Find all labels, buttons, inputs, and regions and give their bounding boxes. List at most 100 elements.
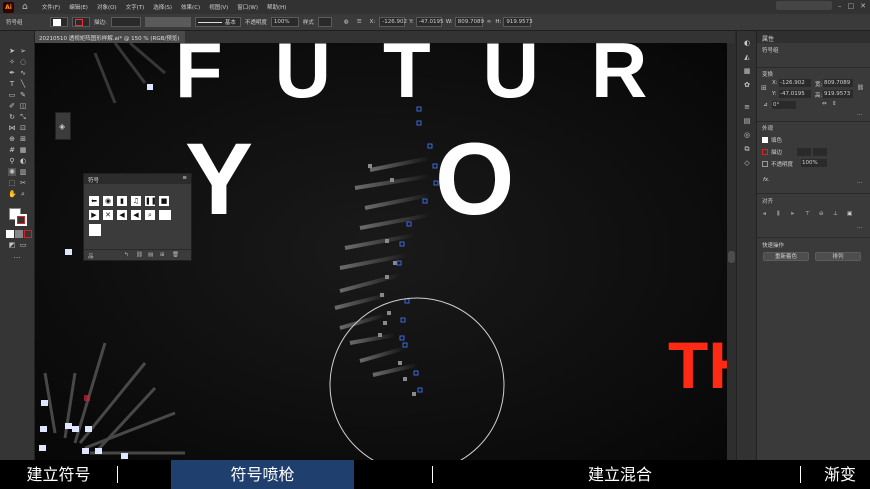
panel-menu-icon[interactable]: ≡ — [182, 175, 187, 181]
h-input[interactable]: 919.9573 — [823, 90, 853, 98]
align-to-icon[interactable]: ▣ — [847, 211, 852, 217]
symbol-volume-down-icon[interactable]: ◀ — [117, 210, 127, 220]
more-options-icon[interactable]: … — [857, 111, 863, 117]
perspective-grid-icon[interactable]: ⊞ — [19, 135, 27, 143]
symbol-blank-icon[interactable] — [159, 210, 171, 220]
fx-button[interactable]: fx. — [763, 177, 770, 183]
line-tool-icon[interactable]: ╲ — [19, 80, 27, 88]
rectangle-tool-icon[interactable]: ▭ — [8, 91, 16, 99]
stroke-swatch[interactable] — [72, 17, 90, 27]
link-icon[interactable]: ∞ — [487, 19, 492, 25]
direct-selection-tool-icon[interactable]: ➢ — [19, 47, 27, 55]
opacity-input[interactable]: 100% — [801, 159, 827, 167]
free-transform-icon[interactable]: ⊡ — [19, 124, 27, 132]
workspace-switcher[interactable] — [776, 1, 832, 10]
y-field[interactable]: -47.0195 — [415, 17, 443, 27]
symbol-new-instance-icon[interactable] — [89, 224, 101, 236]
x-input[interactable]: -126.902 — [779, 79, 811, 87]
swatches-icon[interactable]: ▦ — [743, 67, 751, 75]
vertical-scrollbar[interactable] — [727, 43, 736, 460]
align-top-icon[interactable]: ⊤ — [805, 211, 810, 217]
rotate-input[interactable]: 0° — [772, 101, 796, 109]
w-field[interactable]: 809.7089 — [454, 17, 484, 27]
menu-view[interactable]: 视图(V) — [209, 3, 228, 11]
w-input[interactable]: 809.7089 — [823, 79, 853, 87]
recolor-icon[interactable]: ◍ — [344, 19, 349, 25]
symbol-pause-icon[interactable]: ❚❚ — [145, 196, 157, 206]
symbol-search-icon[interactable]: ⌕ — [145, 210, 155, 220]
gradient-panel-icon[interactable]: ▤ — [743, 117, 751, 125]
menu-edit[interactable]: 编辑(E) — [69, 3, 88, 11]
align-vcenter-icon[interactable]: ⊝ — [819, 211, 824, 217]
h-field[interactable]: 919.9573 — [503, 17, 533, 27]
scale-icon[interactable]: ⤡ — [19, 113, 27, 121]
appearance-more-icon[interactable]: … — [857, 179, 863, 185]
slice-icon[interactable]: ✂ — [19, 179, 27, 187]
layers-icon[interactable]: ◈ — [59, 122, 65, 131]
delete-symbol-icon[interactable]: 🗑 — [172, 252, 179, 258]
menu-window[interactable]: 窗口(W) — [237, 3, 258, 11]
flip-vertical-icon[interactable]: ⇕ — [832, 101, 837, 107]
pen-tool-icon[interactable]: ✒ — [8, 69, 16, 77]
brush-profile[interactable]: 基本 — [194, 17, 241, 27]
stroke-weight-input[interactable] — [797, 148, 811, 156]
stroke-swatch-icon[interactable] — [762, 149, 768, 155]
fill-swatch-icon[interactable] — [762, 137, 768, 143]
stroke-panel-icon[interactable]: ≡ — [743, 103, 751, 111]
align-right-icon[interactable]: ⫸ — [791, 211, 794, 218]
close-icon[interactable]: ✕ — [860, 2, 866, 10]
constrain-icon[interactable]: ⛓ — [857, 85, 864, 91]
layers-panel-icon[interactable]: ◇ — [743, 159, 751, 167]
paintbrush-icon[interactable]: ✎ — [19, 91, 27, 99]
new-symbol-icon[interactable]: ⊞ — [160, 252, 165, 258]
align-icon[interactable]: ☰ — [357, 19, 362, 25]
align-more-icon[interactable]: … — [857, 224, 863, 230]
gradient-mode-icon[interactable] — [15, 230, 23, 238]
menu-file[interactable]: 文件(F) — [42, 3, 60, 11]
color-guide-icon[interactable]: ◭ — [743, 53, 751, 61]
magic-wand-icon[interactable]: ✧ — [8, 58, 16, 66]
place-symbol-icon[interactable]: ↰ — [124, 252, 129, 258]
color-panel-icon[interactable]: ◐ — [743, 39, 751, 47]
curvature-icon[interactable]: ∿ — [19, 69, 27, 77]
style-swatch[interactable] — [317, 17, 332, 27]
symbol-music-icon[interactable]: ♫ — [131, 196, 141, 206]
symbol-arrow-left-icon[interactable]: ⬅ — [89, 196, 99, 206]
menu-help[interactable]: 帮助(H) — [267, 3, 286, 11]
symbol-play-icon[interactable]: ▶ — [89, 210, 99, 220]
symbol-film-icon[interactable]: ▮ — [117, 196, 127, 206]
symbol-mute-icon[interactable]: ✕ — [103, 210, 113, 220]
rotate-icon[interactable]: ↻ — [8, 113, 16, 121]
eyedropper-icon[interactable]: ⚲ — [8, 157, 16, 165]
appearance-icon[interactable]: ⧉ — [743, 145, 751, 153]
type-tool-icon[interactable]: T — [8, 80, 16, 88]
align-left-icon[interactable]: ⫷ — [763, 211, 766, 218]
more-tools-icon[interactable]: … — [13, 252, 21, 260]
mesh-icon[interactable]: # — [8, 146, 16, 154]
symbol-library-icon[interactable]: 品 — [88, 254, 94, 260]
variable-width[interactable] — [144, 17, 191, 27]
zoom-icon[interactable]: ⌕ — [19, 190, 27, 198]
none-mode-icon[interactable] — [24, 230, 32, 238]
arrange-button[interactable]: 排列 — [815, 252, 861, 261]
opacity-field[interactable]: 100% — [270, 17, 299, 27]
artboard-icon[interactable]: ⬚ — [8, 179, 16, 187]
symbol-volume-up-icon[interactable]: ◀ — [131, 210, 141, 220]
blend-icon[interactable]: ◐ — [19, 157, 27, 165]
scrollbar-thumb[interactable] — [728, 251, 735, 263]
flip-horizontal-icon[interactable]: ⇔ — [822, 101, 827, 107]
gradient-icon[interactable]: ▦ — [19, 146, 27, 154]
width-tool-icon[interactable]: ⋈ — [8, 124, 16, 132]
align-hcenter-icon[interactable]: ⫼ — [777, 211, 780, 218]
symbol-sprayer-icon[interactable]: ✺ — [8, 168, 16, 176]
shape-builder-icon[interactable]: ⊕ — [8, 135, 16, 143]
eraser-icon[interactable]: ◫ — [19, 102, 27, 110]
minimize-icon[interactable]: – — [838, 2, 842, 10]
maximize-icon[interactable]: □ — [848, 2, 855, 10]
hand-icon[interactable]: ✋ — [8, 190, 17, 198]
align-bottom-icon[interactable]: ⊥ — [833, 211, 838, 217]
shaper-icon[interactable]: ✐ — [8, 102, 16, 110]
recolor-button[interactable]: 重新着色 — [763, 252, 809, 261]
fill-swatch[interactable] — [50, 17, 68, 27]
transparency-icon[interactable]: ◎ — [743, 131, 751, 139]
